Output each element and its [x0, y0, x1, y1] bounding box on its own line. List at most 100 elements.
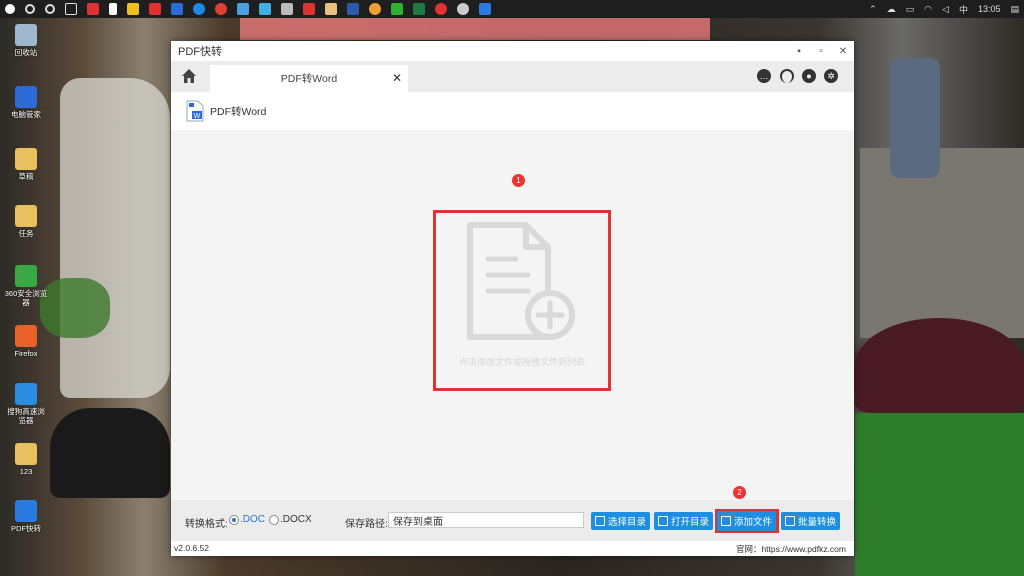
pdfkz-taskbar-icon[interactable] — [479, 3, 491, 15]
edge-icon[interactable] — [193, 3, 205, 15]
excel-icon[interactable] — [413, 3, 425, 15]
add-file-button[interactable]: 添加文件 — [717, 511, 777, 531]
app-window: PDF快转 ▪ ▫ ✕ PDF转Word ✕ … ● ✲ W PDF转Word … — [171, 41, 854, 556]
desktop-app-icon — [15, 205, 37, 227]
volume-icon[interactable]: ◁ — [942, 4, 949, 15]
user-icon[interactable]: ● — [802, 69, 816, 83]
app-icon-4[interactable] — [237, 3, 249, 15]
docx-radio[interactable] — [269, 515, 279, 525]
cortana-icon[interactable] — [45, 4, 55, 14]
save-path-input[interactable] — [388, 512, 584, 528]
version-text: v2.0.6.52 — [174, 543, 209, 553]
desktop-app-icon — [15, 86, 37, 108]
step-2-badge: 2 — [733, 486, 746, 499]
bottom-toolbar: 转换格式: .DOC .DOCX 保存路径: 选择目录 打开目录 2 添加文件 … — [171, 486, 854, 541]
desktop-app-icon — [15, 383, 37, 405]
app-icon-7[interactable] — [325, 3, 337, 15]
batch-convert-button[interactable]: 批量转换 — [781, 512, 841, 530]
minimize-button[interactable]: ▪ — [788, 46, 810, 57]
tab-close-icon[interactable]: ✕ — [392, 71, 402, 85]
desktop-app-icon — [15, 443, 37, 465]
desktop-icon-label: 电脑管家 — [11, 110, 41, 119]
tab-pdf-to-word[interactable]: PDF转Word ✕ — [210, 65, 408, 92]
add-file-icon — [467, 222, 575, 340]
windows-start-icon[interactable] — [5, 4, 15, 14]
home-icon[interactable] — [180, 67, 198, 85]
step-1-badge: 1 — [512, 174, 525, 187]
status-bar: v2.0.6.52 官网：https://www.pdfkz.com — [171, 541, 854, 556]
ime-indicator[interactable]: 中 — [959, 3, 968, 16]
desktop-app-icon — [15, 325, 37, 347]
decor-green-crate — [855, 413, 1024, 576]
chat-icon[interactable]: … — [757, 69, 771, 83]
desktop-icon-label: 360安全浏览器 — [4, 289, 48, 307]
network-icon[interactable]: ◠ — [924, 4, 932, 15]
desktop-app-icon — [15, 24, 37, 46]
app-icon-9[interactable] — [435, 3, 447, 15]
desktop-icon-label: PDF快转 — [11, 524, 41, 533]
notification-icon[interactable]: ▤ — [1010, 4, 1019, 15]
doc-radio[interactable] — [229, 515, 239, 525]
photoshop-icon[interactable] — [347, 3, 359, 15]
desktop-icon[interactable]: 123 — [4, 443, 48, 476]
maximize-button[interactable]: ▫ — [810, 46, 832, 57]
close-button[interactable]: ✕ — [832, 46, 854, 57]
select-directory-label: 选择目录 — [608, 517, 647, 528]
file-list-area[interactable]: 1 点击添加文件或拖拽文件到列表 — [171, 130, 854, 500]
battery-icon[interactable]: ▭ — [906, 4, 915, 15]
batch-convert-label: 批量转换 — [798, 517, 837, 528]
app-icon-3[interactable] — [127, 3, 139, 15]
desktop-icon[interactable]: 搜狗高速浏览器 — [4, 383, 48, 425]
app-icon-1[interactable] — [87, 3, 99, 15]
desktop-icon-label: Firefox — [14, 349, 38, 358]
svg-text:W: W — [194, 112, 201, 120]
desktop-icon[interactable]: PDF快转 — [4, 500, 48, 533]
desktop-icon-label: 草稿 — [18, 172, 34, 181]
feather-icon[interactable] — [259, 3, 271, 15]
app-icon-8[interactable] — [369, 3, 381, 15]
open-directory-label: 打开目录 — [671, 517, 710, 528]
chrome-icon[interactable] — [215, 3, 227, 15]
decor-lanterns — [240, 18, 710, 40]
wechat-icon[interactable] — [391, 3, 403, 15]
open-directory-button[interactable]: 打开目录 — [654, 512, 714, 530]
settings-icon[interactable] — [457, 3, 469, 15]
weibo-icon[interactable] — [149, 3, 161, 15]
select-directory-button[interactable]: 选择目录 — [591, 512, 651, 530]
desktop-icon-label: 任务 — [18, 229, 34, 238]
desktop-icon[interactable]: 任务 — [4, 205, 48, 238]
format-label: 转换格式: — [185, 519, 228, 530]
page-title: PDF转Word — [210, 105, 267, 118]
page-header: W PDF转Word — [171, 92, 854, 130]
title-bar: PDF快转 ▪ ▫ ✕ — [171, 41, 854, 61]
gear-icon[interactable]: ✲ — [824, 69, 838, 83]
decor-leaves — [40, 278, 110, 338]
headset-icon[interactable] — [780, 69, 794, 83]
decor-person — [890, 58, 940, 178]
desktop-icon[interactable]: 回收站 — [4, 24, 48, 57]
desktop-app-icon — [15, 148, 37, 170]
website-link[interactable]: 官网：https://www.pdfkz.com — [736, 543, 846, 555]
task-view-icon[interactable] — [65, 3, 77, 15]
app-icon-5[interactable] — [281, 3, 293, 15]
doc-option-label[interactable]: .DOC — [240, 514, 265, 525]
clock[interactable]: 13:05 — [978, 4, 1001, 14]
chevron-up-icon[interactable]: ⌃ — [869, 4, 877, 15]
search-icon[interactable] — [25, 4, 35, 14]
docx-option-label[interactable]: .DOCX — [280, 514, 312, 525]
drop-zone[interactable]: 点击添加文件或拖拽文件到列表 — [433, 210, 611, 391]
app-icon-6[interactable] — [303, 3, 315, 15]
desktop-icon[interactable]: Firefox — [4, 325, 48, 358]
add-file-label: 添加文件 — [734, 517, 773, 528]
desktop-icon-label: 搜狗高速浏览器 — [7, 407, 45, 425]
app-icon-2[interactable] — [109, 3, 117, 15]
word-icon[interactable] — [171, 3, 183, 15]
desktop-icon[interactable]: 电脑管家 — [4, 86, 48, 119]
desktop-icon-label: 回收站 — [14, 48, 38, 57]
drop-hint: 点击添加文件或拖拽文件到列表 — [458, 357, 585, 367]
cloud-icon[interactable]: ☁ — [887, 4, 896, 15]
system-tray: ⌃ ☁ ▭ ◠ ◁ 中 13:05 ▤ — [864, 0, 1024, 18]
desktop-icon[interactable]: 草稿 — [4, 148, 48, 181]
save-icon — [595, 516, 605, 526]
desktop-icon[interactable]: 360安全浏览器 — [4, 265, 48, 307]
